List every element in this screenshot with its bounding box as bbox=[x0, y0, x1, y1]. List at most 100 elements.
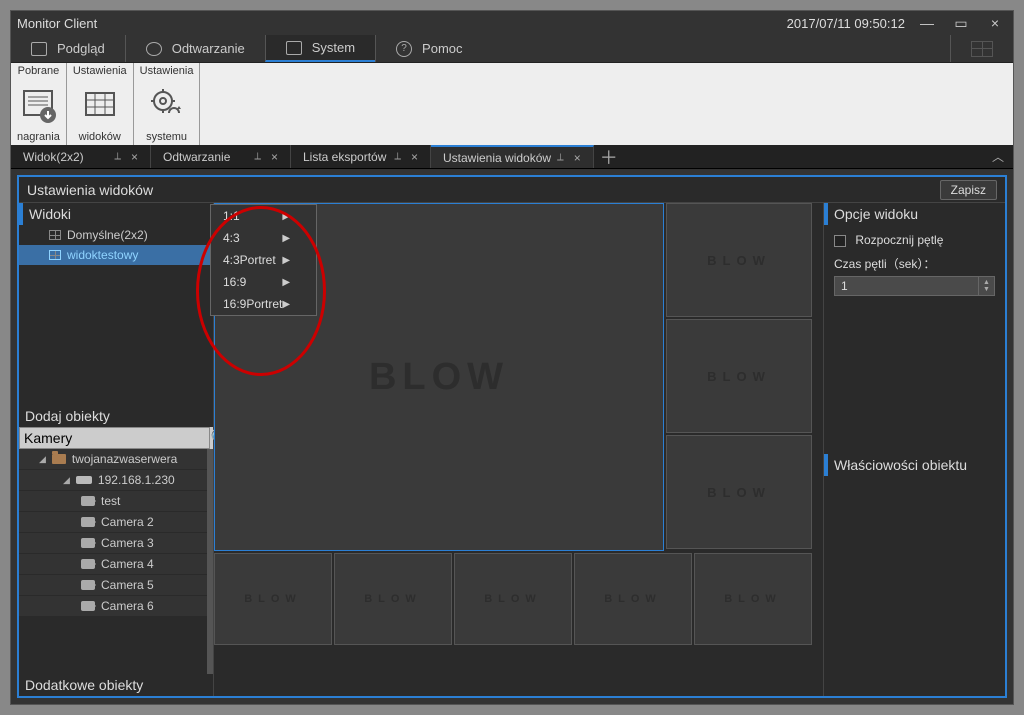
close-icon[interactable]: × bbox=[411, 150, 418, 164]
grid-cell[interactable]: BLOW bbox=[666, 203, 812, 317]
tab-view2x2[interactable]: Widok(2x2) ⟂ × bbox=[11, 145, 151, 168]
tree-label: test bbox=[101, 494, 120, 508]
close-button[interactable]: × bbox=[983, 15, 1007, 31]
document-tabs: Widok(2x2) ⟂ × Odtwarzanie ⟂ × Lista eks… bbox=[11, 145, 1013, 169]
grid-cell[interactable]: BLOW bbox=[454, 553, 572, 645]
close-icon[interactable]: × bbox=[131, 150, 138, 164]
ctx-item-16-9[interactable]: 16:9▶ bbox=[211, 271, 316, 293]
left-column: Widoki Domyślne(2x2) widoktestowy Dodaj … bbox=[19, 203, 214, 696]
camera-icon bbox=[81, 496, 95, 506]
ribbon-view-settings[interactable]: Ustawienia widoków bbox=[67, 63, 134, 145]
grid-cell[interactable]: BLOW bbox=[666, 435, 812, 549]
content-header: Ustawienia widoków Zapisz bbox=[19, 177, 1005, 203]
tab-playback[interactable]: Odtwarzanie ⟂ × bbox=[151, 145, 291, 168]
maximize-button[interactable]: ▭ bbox=[949, 15, 973, 32]
pin-icon[interactable]: ⟂ bbox=[557, 152, 564, 163]
ribbon-label-bottom: nagrania bbox=[17, 131, 60, 143]
blow-logo: BLOW bbox=[484, 593, 542, 605]
spin-arrows[interactable]: ▲▼ bbox=[979, 276, 995, 296]
ribbon-downloads[interactable]: Pobrane nagrania bbox=[11, 63, 67, 145]
submenu-arrow-icon: ▶ bbox=[282, 255, 290, 266]
grid-cell[interactable]: BLOW bbox=[214, 553, 332, 645]
menu-system[interactable]: System bbox=[265, 35, 375, 62]
grid-cell[interactable]: BLOW bbox=[334, 553, 452, 645]
pin-icon[interactable]: ⟂ bbox=[114, 151, 121, 162]
ctx-item-1-1[interactable]: 1:1 ▶ bbox=[211, 205, 316, 227]
grid-cell[interactable]: BLOW bbox=[574, 553, 692, 645]
tab-label: Widok(2x2) bbox=[23, 150, 84, 164]
camera-icon bbox=[81, 517, 95, 527]
ctx-item-4-3[interactable]: 4:3 ▶ bbox=[211, 227, 316, 249]
menu-help[interactable]: ? Pomoc bbox=[375, 35, 482, 62]
grid-cell[interactable]: BLOW bbox=[694, 553, 812, 645]
tab-view-settings[interactable]: Ustawienia widoków ⟂ × bbox=[431, 145, 594, 168]
nvr-icon bbox=[76, 476, 92, 484]
pin-icon[interactable]: ⟂ bbox=[254, 151, 261, 162]
grid-icon bbox=[49, 230, 61, 240]
tree-camera[interactable]: Camera 2 bbox=[19, 512, 207, 533]
menu-playback[interactable]: Odtwarzanie bbox=[125, 35, 265, 62]
new-tab-button[interactable]: ＋ bbox=[594, 145, 624, 168]
minimize-button[interactable]: — bbox=[915, 15, 939, 31]
monitor-icon bbox=[31, 42, 47, 56]
menu-layout-toggle[interactable] bbox=[950, 35, 1013, 62]
ctx-item-4-3-portrait[interactable]: 4:3Portret ▶ bbox=[211, 249, 316, 271]
view-item-test[interactable]: widoktestowy bbox=[19, 245, 213, 265]
ctx-label: 16:9 bbox=[223, 275, 246, 289]
ctx-label: 4:3 bbox=[223, 231, 240, 245]
spin-value[interactable]: 1 bbox=[834, 276, 979, 296]
blow-logo: BLOW bbox=[364, 593, 422, 605]
layout-grid[interactable]: BLOW BLOW BLOW BLOW BLOW BLOW BLOW BLOW … bbox=[214, 203, 823, 696]
view-item-default[interactable]: Domyślne(2x2) bbox=[19, 225, 213, 245]
submenu-arrow-icon: ▶ bbox=[282, 299, 290, 310]
views-tree: Domyślne(2x2) widoktestowy bbox=[19, 225, 213, 265]
grid-cell[interactable]: BLOW bbox=[666, 319, 812, 433]
ctx-label: 4:3Portret bbox=[223, 253, 276, 267]
ctx-label: 1:1 bbox=[223, 209, 240, 223]
tree-nvr[interactable]: ◢ 192.168.1.230 bbox=[19, 470, 207, 491]
blow-logo: BLOW bbox=[604, 593, 662, 605]
camera-search-input[interactable] bbox=[19, 427, 210, 449]
tree-camera[interactable]: Camera 4 bbox=[19, 554, 207, 575]
checkbox-icon[interactable] bbox=[834, 235, 846, 247]
ribbon-label-top: Pobrane bbox=[18, 65, 60, 77]
submenu-arrow-icon: ▶ bbox=[282, 233, 290, 244]
add-objects-title: Dodaj obiekty bbox=[19, 405, 213, 427]
save-button[interactable]: Zapisz bbox=[940, 180, 997, 200]
tree-camera[interactable]: Camera 3 bbox=[19, 533, 207, 554]
tree-server[interactable]: ◢ twojanazwaserwera bbox=[19, 449, 207, 470]
pin-icon[interactable]: ⟂ bbox=[394, 151, 401, 162]
blow-logo: BLOW bbox=[244, 593, 302, 605]
menu-label: Odtwarzanie bbox=[172, 41, 245, 56]
blow-logo: BLOW bbox=[707, 485, 771, 500]
ribbon: Pobrane nagrania Ustawienia widoków Usta… bbox=[11, 63, 1013, 145]
expand-icon[interactable]: ◢ bbox=[39, 454, 46, 465]
camera-tree[interactable]: ◢ twojanazwaserwera ◢ 192.168.1.230 test… bbox=[19, 449, 213, 674]
app-title: Monitor Client bbox=[17, 16, 97, 31]
tree-camera[interactable]: Camera 6 bbox=[19, 596, 207, 617]
ctx-item-16-9-portrait[interactable]: 16:9Portret▶ bbox=[211, 293, 316, 315]
extra-objects-title: Dodatkowe obiekty bbox=[19, 674, 213, 696]
help-icon: ? bbox=[396, 41, 412, 57]
tabs-chevron-up[interactable]: ︿ bbox=[983, 145, 1013, 168]
close-icon[interactable]: × bbox=[271, 150, 278, 164]
blow-logo: BLOW bbox=[724, 593, 782, 605]
tab-label: Lista eksportów bbox=[303, 150, 386, 164]
close-icon[interactable]: × bbox=[574, 151, 581, 165]
menu-preview[interactable]: Podgląd bbox=[11, 35, 125, 62]
camera-icon bbox=[81, 538, 95, 548]
ctx-label: 16:9Portret bbox=[223, 297, 282, 311]
folder-icon bbox=[286, 41, 302, 55]
expand-icon[interactable]: ◢ bbox=[63, 475, 70, 486]
loop-checkbox-row[interactable]: Rozpocznij pętlę bbox=[834, 233, 995, 247]
tree-camera[interactable]: test bbox=[19, 491, 207, 512]
object-props-title: Właściowości obiektu bbox=[824, 454, 1005, 476]
tree-label: Camera 2 bbox=[101, 515, 154, 529]
submenu-arrow-icon: ▶ bbox=[282, 211, 290, 222]
tree-camera[interactable]: Camera 5 bbox=[19, 575, 207, 596]
ribbon-system-settings[interactable]: Ustawienia systemu bbox=[134, 63, 201, 145]
loop-time-spinner[interactable]: 1 ▲▼ bbox=[834, 276, 995, 296]
tab-exports[interactable]: Lista eksportów ⟂ × bbox=[291, 145, 431, 168]
tree-label: Camera 4 bbox=[101, 557, 154, 571]
loop-time-label: Czas pętli（sek）： bbox=[834, 255, 995, 272]
